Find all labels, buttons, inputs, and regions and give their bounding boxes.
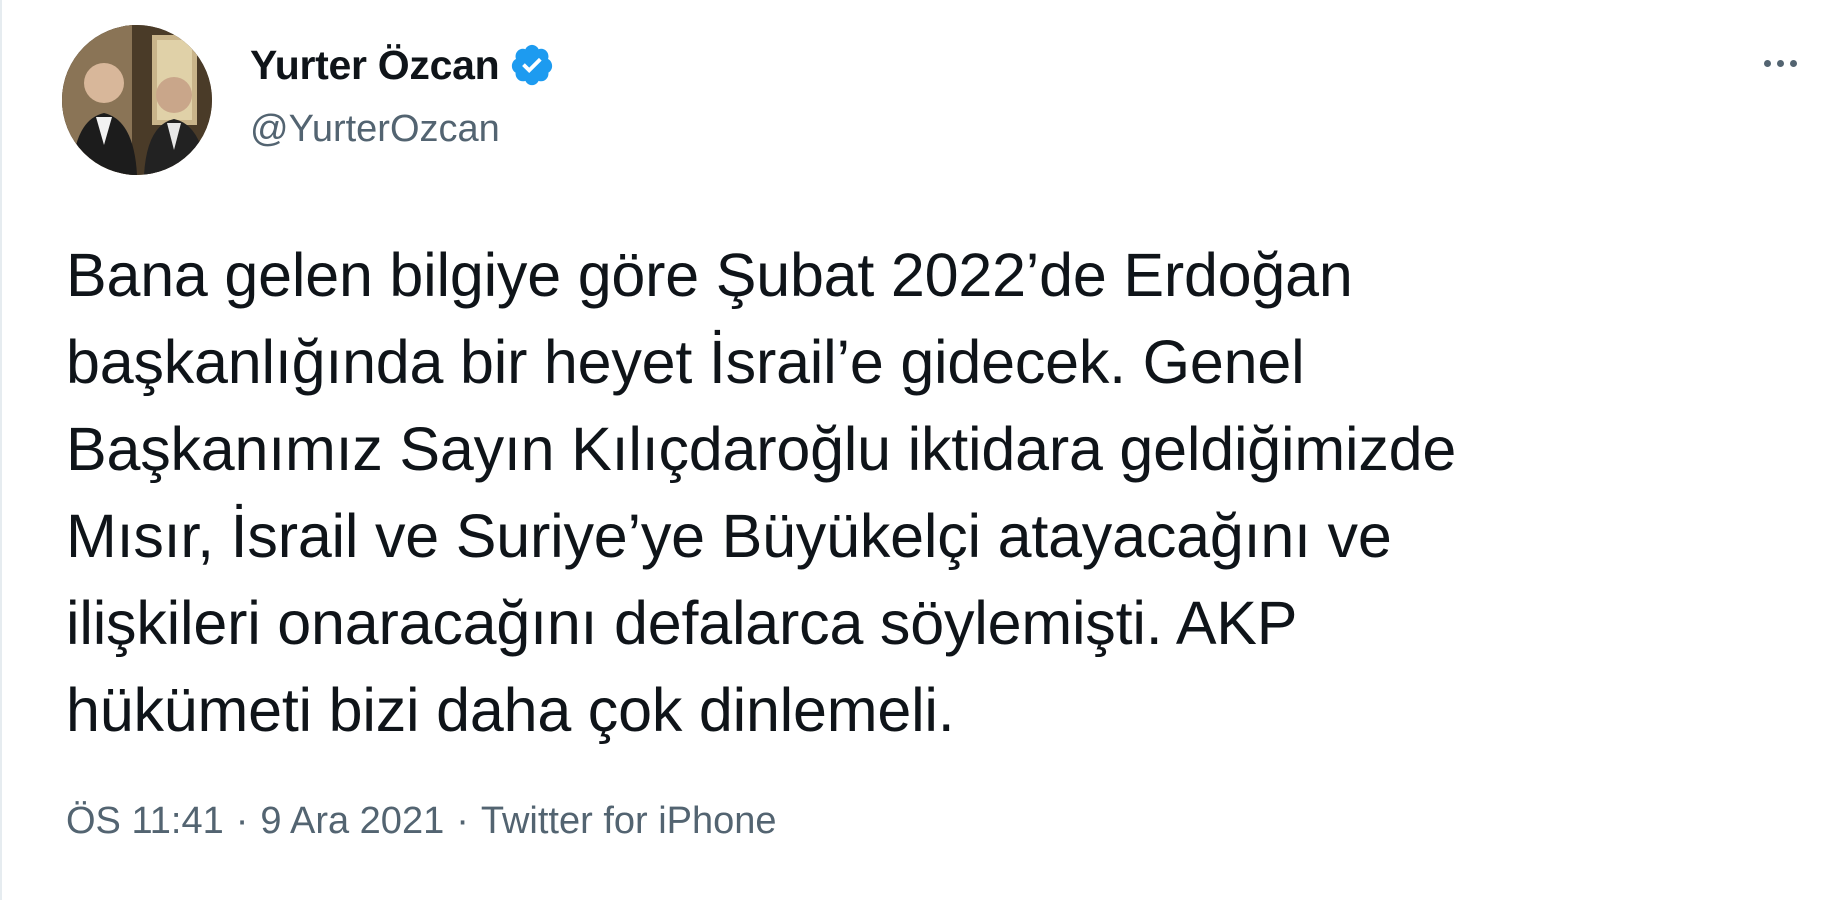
tweet-text: Bana gelen bilgiye göre Şubat 2022’de Er… <box>66 232 1786 754</box>
meta-separator: · <box>235 800 249 842</box>
tweet-author: Yurter Özcan @YurterOzcan <box>250 40 555 151</box>
tweet-source-link[interactable]: Twitter for iPhone <box>481 800 777 843</box>
avatar-photo <box>62 25 212 175</box>
tweet-text-line: başkanlığında bir heyet İsrail’e gidecek… <box>66 328 1305 396</box>
tweet-card: Yurter Özcan @YurterOzcan Bana gelen bil… <box>0 0 1837 900</box>
tweet-date[interactable]: 9 Ara 2021 <box>260 800 444 843</box>
tweet-text-line: ilişkileri onaracağını defalarca söylemi… <box>66 589 1298 657</box>
handle[interactable]: @YurterOzcan <box>250 108 555 151</box>
display-name[interactable]: Yurter Özcan <box>250 42 500 89</box>
tweet-text-line: Mısır, İsrail ve Suriye’ye Büyükelçi ata… <box>66 502 1392 570</box>
tweet-text-line: Bana gelen bilgiye göre Şubat 2022’de Er… <box>66 241 1353 309</box>
avatar[interactable] <box>62 25 212 175</box>
meta-separator: · <box>456 800 469 842</box>
more-options-button[interactable] <box>1745 38 1815 88</box>
tweet-meta: ÖS 11:41 · 9 Ara 2021 · Twitter for iPho… <box>66 800 777 843</box>
tweet-time[interactable]: ÖS 11:41 <box>66 800 224 843</box>
name-row: Yurter Özcan <box>250 40 555 90</box>
tweet-text-line: hükümeti bizi daha çok dinlemeli. <box>66 676 955 744</box>
tweet-text-line: Başkanımız Sayın Kılıçdaroğlu iktidara g… <box>66 415 1457 483</box>
verified-badge-icon <box>509 42 555 88</box>
more-options-icon <box>1761 59 1800 67</box>
